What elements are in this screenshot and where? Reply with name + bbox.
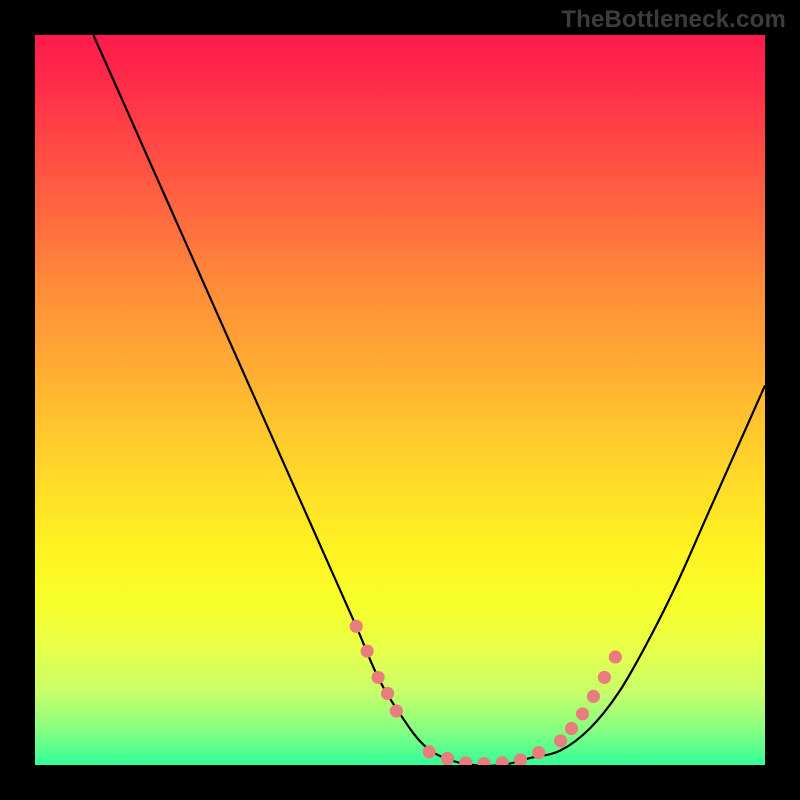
marker-dot — [441, 752, 454, 765]
marker-dot — [587, 690, 600, 703]
marker-dot — [532, 746, 545, 759]
plot-area — [35, 35, 765, 765]
marker-dot — [576, 707, 589, 720]
marker-dot — [390, 704, 403, 717]
marker-dots — [350, 620, 622, 765]
marker-dot — [477, 757, 490, 765]
watermark-text: TheBottleneck.com — [561, 6, 786, 34]
marker-dot — [459, 756, 472, 765]
marker-dot — [372, 671, 385, 684]
marker-dot — [423, 745, 436, 758]
marker-dot — [350, 620, 363, 633]
bottleneck-curve — [93, 35, 765, 765]
marker-dot — [565, 722, 578, 735]
marker-dot — [361, 645, 374, 658]
marker-dot — [496, 756, 509, 765]
chart-frame: TheBottleneck.com — [0, 0, 800, 800]
marker-dot — [381, 687, 394, 700]
curve-layer — [35, 35, 765, 765]
marker-dot — [514, 753, 527, 765]
marker-dot — [598, 671, 611, 684]
marker-dot — [609, 650, 622, 663]
marker-dot — [554, 734, 567, 747]
